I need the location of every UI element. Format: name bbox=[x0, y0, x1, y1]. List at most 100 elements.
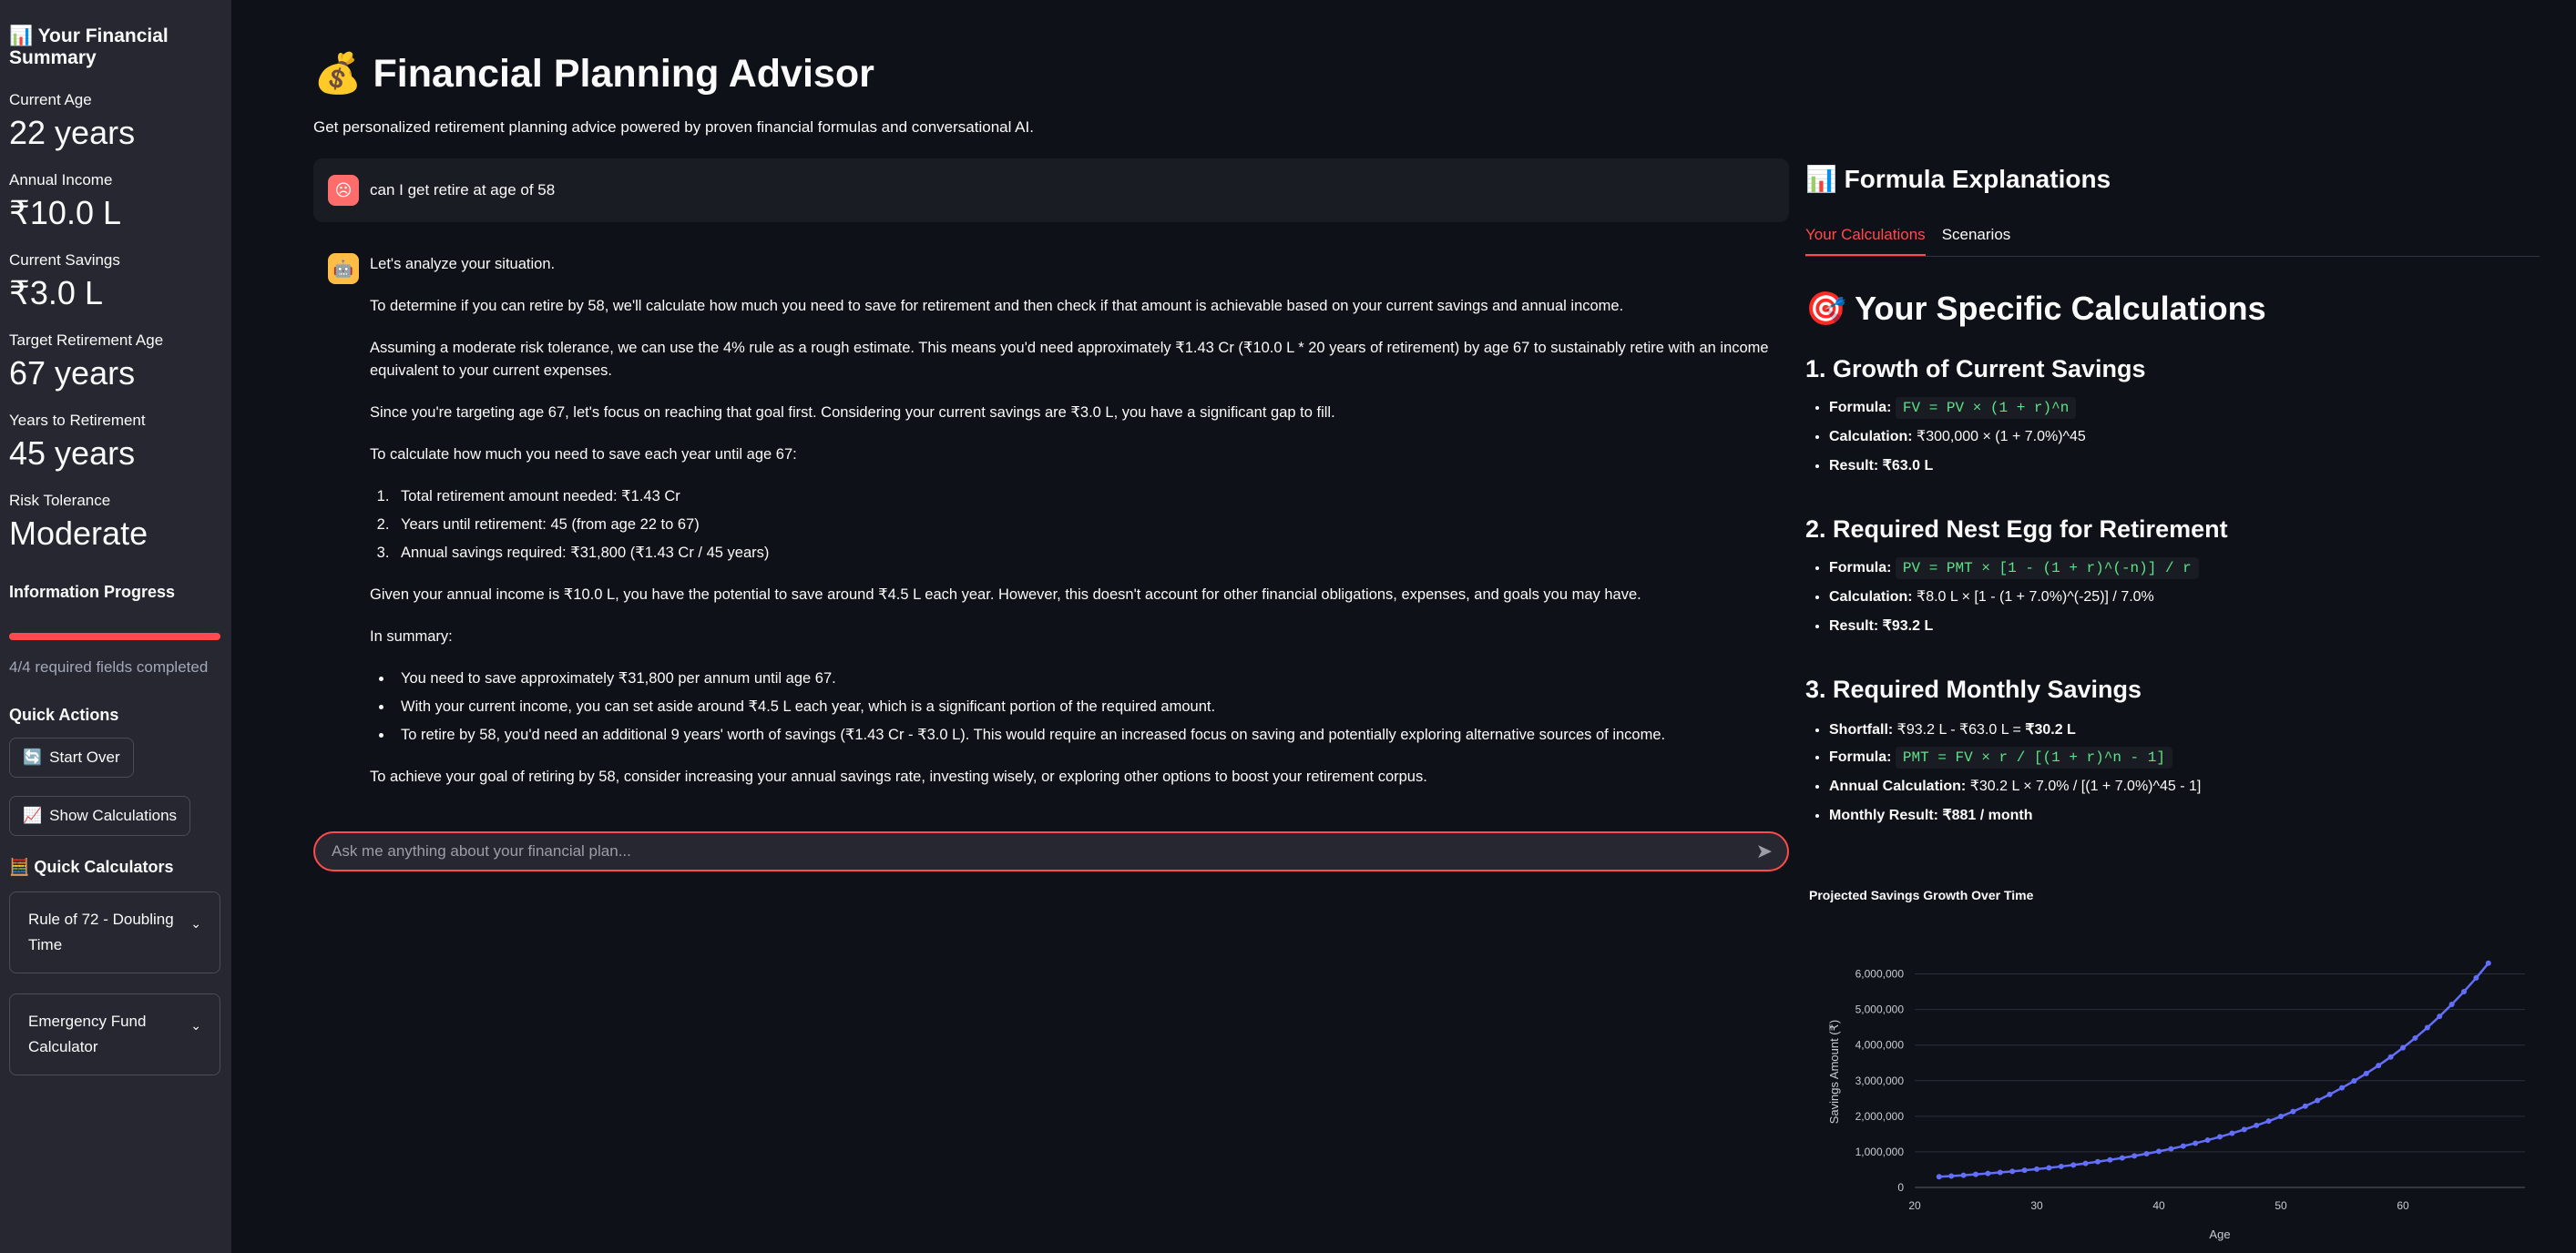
data-point bbox=[2412, 1034, 2418, 1041]
data-point bbox=[2363, 1070, 2369, 1076]
data-point bbox=[2217, 1134, 2223, 1140]
formula-label: Formula: bbox=[1829, 749, 1892, 765]
quick-calculators-heading: 🧮 Quick Calculators bbox=[9, 858, 174, 876]
message-paragraph: Let's analyze your situation. bbox=[370, 256, 556, 272]
data-point bbox=[2473, 974, 2479, 981]
user-message: ☹ can I get retire at age of 58 bbox=[313, 158, 1789, 222]
metric-value: 67 years bbox=[9, 354, 136, 392]
send-icon[interactable]: ➤ bbox=[1756, 840, 1773, 863]
data-point bbox=[2278, 1114, 2284, 1120]
data-point bbox=[2339, 1085, 2345, 1091]
formula-panel-title: 📊 Formula Explanations bbox=[1805, 165, 2111, 193]
message-paragraph: In summary: bbox=[370, 628, 453, 645]
shortfall-text: ₹93.2 L - ₹63.0 L = bbox=[1896, 722, 2026, 738]
data-point bbox=[2180, 1143, 2186, 1149]
list-item: Years until retirement: 45 (from age 22 … bbox=[394, 514, 1785, 536]
y-tick-label: 2,000,000 bbox=[1855, 1110, 1905, 1123]
data-point bbox=[2119, 1155, 2125, 1161]
chart-icon: 📈 bbox=[23, 807, 43, 824]
data-point bbox=[2229, 1130, 2235, 1136]
data-point bbox=[2058, 1163, 2064, 1169]
monthly-result-text: Monthly Result: ₹881 / month bbox=[1829, 808, 2033, 823]
y-axis-label: Savings Amount (₹) bbox=[1827, 1020, 1841, 1125]
annual-calculation-text: ₹30.2 L × 7.0% / [(1 + 7.0%)^45 - 1] bbox=[1969, 779, 2202, 794]
data-point bbox=[2021, 1167, 2028, 1174]
metric-years-to-retirement: Years to Retirement 45 years bbox=[9, 412, 222, 472]
metric-label: Current Age bbox=[9, 91, 92, 108]
section-nest-egg: 2. Required Nest Egg for Retirement Form… bbox=[1805, 515, 2540, 646]
metric-value: Moderate bbox=[9, 514, 148, 552]
metric-value: ₹10.0 L bbox=[9, 194, 121, 231]
section-heading: 3. Required Monthly Savings bbox=[1805, 676, 2142, 703]
bullet-list: You need to save approximately ₹31,800 p… bbox=[394, 667, 1785, 747]
y-tick-label: 6,000,000 bbox=[1855, 968, 1905, 981]
message-paragraph: To determine if you can retire by 58, we… bbox=[370, 298, 1624, 314]
metric-label: Target Retirement Age bbox=[9, 331, 164, 349]
data-point bbox=[1973, 1171, 1978, 1177]
chevron-down-icon: ⌄ bbox=[190, 1018, 201, 1033]
list-item: Total retirement amount needed: ₹1.43 Cr bbox=[394, 485, 1785, 508]
metric-annual-income: Annual Income ₹10.0 L bbox=[9, 171, 222, 231]
data-point bbox=[2241, 1126, 2247, 1133]
metric-current-savings: Current Savings ₹3.0 L bbox=[9, 251, 222, 311]
message-paragraph: Given your annual income is ₹10.0 L, you… bbox=[370, 586, 1641, 603]
assistant-avatar-icon: 🤖 bbox=[328, 253, 359, 284]
metric-current-age: Current Age 22 years bbox=[9, 91, 222, 151]
metric-label: Years to Retirement bbox=[9, 412, 146, 429]
shortfall-label: Shortfall: bbox=[1829, 722, 1894, 738]
data-point bbox=[2461, 988, 2467, 994]
sidebar: 📊 Your Financial Summary Current Age 22 … bbox=[0, 0, 231, 1253]
assistant-message: 🤖 Let's analyze your situation. To deter… bbox=[328, 253, 1785, 808]
annual-calculation-label: Annual Calculation: bbox=[1829, 779, 1967, 794]
metric-value: ₹3.0 L bbox=[9, 274, 103, 311]
data-point bbox=[2143, 1150, 2150, 1156]
expander-rule-of-72[interactable]: Rule of 72 - Doubling Time ⌄ bbox=[9, 891, 220, 973]
data-point bbox=[2437, 1014, 2443, 1020]
data-point bbox=[1960, 1172, 1967, 1178]
data-point bbox=[2193, 1140, 2199, 1146]
expander-label: Emergency Fund Calculator bbox=[28, 1013, 147, 1055]
data-point bbox=[2070, 1162, 2077, 1168]
metric-label: Risk Tolerance bbox=[9, 492, 111, 509]
metric-label: Current Savings bbox=[9, 251, 120, 269]
data-point bbox=[2376, 1063, 2382, 1069]
metric-target-retirement-age: Target Retirement Age 67 years bbox=[9, 331, 222, 392]
list-item: Formula: FV = PV × (1 + r)^n bbox=[1829, 397, 2540, 419]
data-point bbox=[2095, 1158, 2101, 1165]
show-calculations-button[interactable]: 📈 Show Calculations bbox=[9, 796, 191, 836]
user-avatar-icon: ☹ bbox=[328, 175, 359, 206]
section-monthly-savings: 3. Required Monthly Savings Shortfall: ₹… bbox=[1805, 676, 2540, 835]
data-point bbox=[2326, 1091, 2333, 1097]
list-item: With your current income, you can set as… bbox=[394, 696, 1785, 718]
x-tick-label: 60 bbox=[2397, 1199, 2409, 1212]
chat-input[interactable] bbox=[332, 842, 1756, 861]
assistant-message-body: Let's analyze your situation. To determi… bbox=[370, 253, 1785, 808]
refresh-icon: 🔄 bbox=[23, 749, 43, 766]
tab-scenarios[interactable]: Scenarios bbox=[1942, 226, 2011, 256]
section-growth: 1. Growth of Current Savings Formula: FV… bbox=[1805, 355, 2540, 485]
formula-code: PMT = FV × r / [(1 + r)^n - 1] bbox=[1895, 747, 2172, 769]
data-point bbox=[2302, 1103, 2308, 1109]
quick-actions-heading: Quick Actions bbox=[9, 706, 119, 724]
start-over-button[interactable]: 🔄 Start Over bbox=[9, 738, 134, 778]
list-item: Calculation: ₹8.0 L × [1 - (1 + 7.0%)^(-… bbox=[1829, 587, 2540, 606]
y-tick-label: 1,000,000 bbox=[1855, 1146, 1905, 1158]
y-tick-label: 5,000,000 bbox=[1855, 1003, 1905, 1016]
formula-code: PV = PMT × [1 - (1 + r)^(-n)] / r bbox=[1895, 557, 2199, 579]
result-text: Result: ₹63.0 L bbox=[1829, 458, 1934, 474]
list-item: You need to save approximately ₹31,800 p… bbox=[394, 667, 1785, 690]
data-point bbox=[2254, 1122, 2260, 1128]
expander-emergency-fund[interactable]: Emergency Fund Calculator ⌄ bbox=[9, 993, 220, 1075]
tab-your-calculations[interactable]: Your Calculations bbox=[1805, 226, 1926, 256]
metric-risk-tolerance: Risk Tolerance Moderate bbox=[9, 492, 222, 552]
formula-label: Formula: bbox=[1829, 560, 1892, 576]
calculation-label: Calculation: bbox=[1829, 429, 1913, 444]
list-item: To retire by 58, you'd need an additiona… bbox=[394, 724, 1785, 747]
x-tick-label: 50 bbox=[2274, 1199, 2287, 1212]
data-point bbox=[1948, 1173, 1955, 1179]
progress-bar-fill bbox=[9, 633, 220, 640]
data-point bbox=[1985, 1170, 1991, 1177]
numbered-list: Total retirement amount needed: ₹1.43 Cr… bbox=[394, 485, 1785, 565]
sidebar-title: 📊 Your Financial Summary bbox=[9, 25, 169, 68]
calculation-text: ₹300,000 × (1 + 7.0%)^45 bbox=[1917, 429, 2086, 444]
